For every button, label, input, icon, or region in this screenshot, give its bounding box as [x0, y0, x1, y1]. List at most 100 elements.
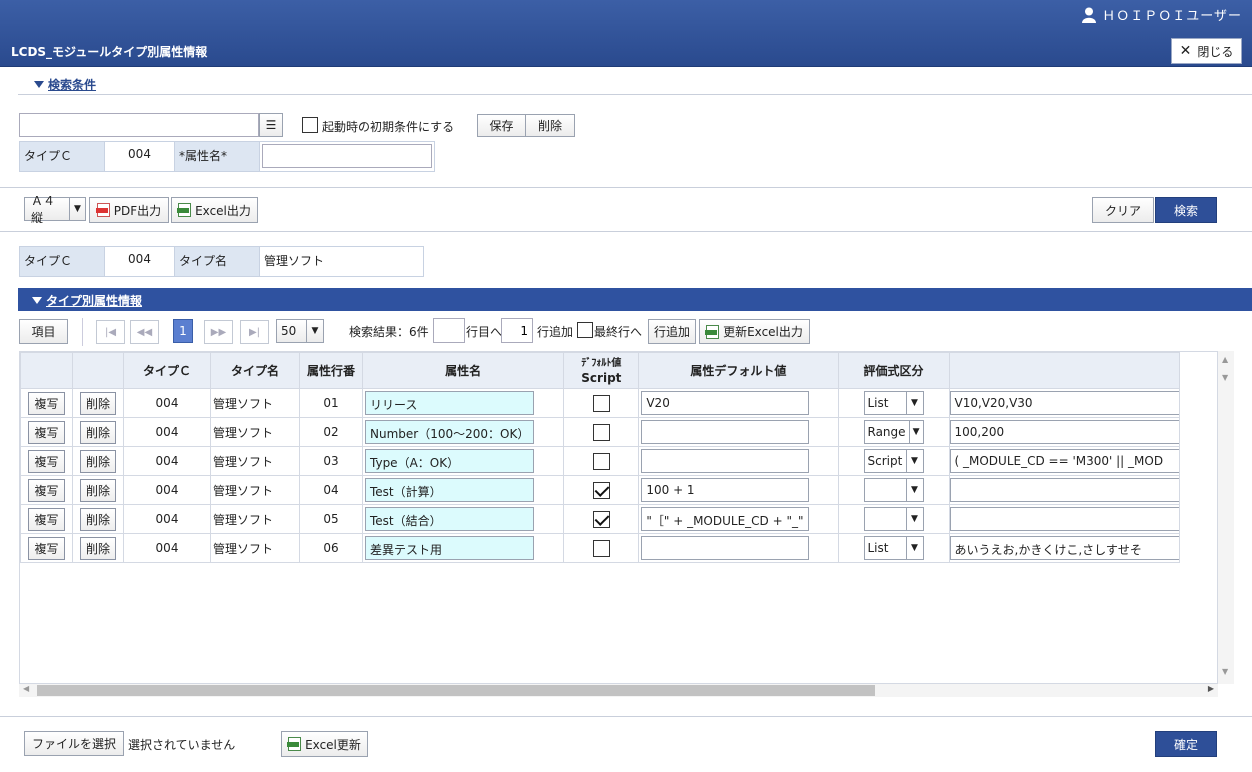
preset-list-button[interactable]: ☰ [259, 113, 283, 137]
eval-expr-input[interactable] [950, 478, 1178, 502]
delete-row-button[interactable]: 削除 [79, 507, 116, 531]
excel-label: Excel出力 [195, 203, 251, 218]
confirm-button[interactable]: 確定 [1155, 731, 1217, 757]
next-page-icon[interactable]: ▶▶ [204, 320, 233, 344]
delete-cell: 削除 [72, 417, 124, 447]
attr-section-toggle[interactable]: タイプ別属性情報 [32, 292, 142, 309]
eval-expr-input[interactable]: V10,V20,V30 [950, 391, 1178, 415]
startup-checkbox[interactable] [302, 117, 318, 133]
type-name-cell: 管理ソフト [210, 417, 300, 447]
script-checkbox[interactable] [592, 423, 610, 441]
default-value-input[interactable]: V20 [641, 391, 809, 415]
copy-row-button[interactable]: 複写 [28, 420, 65, 444]
attr-name-input[interactable] [262, 144, 432, 168]
search-section-toggle[interactable]: 検索条件 [34, 76, 96, 93]
eval-type-select[interactable]: Script ▼ [863, 449, 924, 473]
copy-row-button[interactable]: 複写 [28, 449, 65, 473]
delete-row-button[interactable]: 削除 [79, 449, 116, 473]
delete-cell: 削除 [72, 446, 124, 476]
scroll-down-icon[interactable]: ▼ [1222, 373, 1228, 382]
default-value-input[interactable] [641, 449, 809, 473]
attr-name-label: *属性名* [174, 141, 260, 172]
script-checkbox[interactable] [592, 452, 610, 470]
eval-expr-input[interactable] [950, 507, 1178, 531]
startup-label: 起動時の初期条件にする [322, 120, 455, 134]
excel-update-label: Excel更新 [305, 737, 361, 752]
attr-name-input[interactable]: Type（A：OK） [365, 449, 535, 473]
col-type-c[interactable]: タイプＣ [123, 352, 211, 389]
vertical-scrollbar[interactable]: ▲ ▼ ▼ [1218, 351, 1234, 684]
paper-size-select[interactable]: Ａ４縦 ▼ [24, 194, 86, 225]
scroll-bottom-icon[interactable]: ▼ [1222, 667, 1228, 676]
script-checkbox[interactable] [592, 394, 610, 412]
prev-page-icon[interactable]: ◀◀ [130, 320, 159, 344]
excel-export-button[interactable]: Excel出力 [171, 197, 258, 223]
scroll-up-icon[interactable]: ▲ [1222, 355, 1228, 364]
update-excel-button[interactable]: 更新Excel出力 [699, 319, 810, 344]
delete-condition-button[interactable]: 削除 [525, 114, 575, 137]
script-checkbox[interactable] [592, 481, 610, 499]
copy-row-button[interactable]: 複写 [28, 507, 65, 531]
col-default-value[interactable]: 属性デフォルト値 [638, 352, 839, 389]
add-row-button[interactable]: 行追加 [648, 319, 696, 344]
last-page-icon[interactable]: ▶| [240, 320, 269, 344]
col-row-no[interactable]: 属性行番 [299, 352, 363, 389]
choose-file-button[interactable]: ファイルを選択 [24, 731, 124, 756]
excel-update-button[interactable]: Excel更新 [281, 731, 368, 757]
eval-type-select[interactable]: ▼ [863, 478, 924, 502]
close-label: 閉じる [1197, 44, 1234, 59]
copy-row-button[interactable]: 複写 [28, 478, 65, 502]
copy-cell: 複写 [20, 417, 73, 447]
first-page-icon[interactable]: |◀ [96, 320, 125, 344]
close-button[interactable]: ✕ 閉じる [1171, 38, 1242, 64]
scroll-left-icon[interactable]: ◀ [23, 684, 29, 693]
script-checkbox[interactable] [592, 510, 610, 528]
attr-name-input[interactable]: Number（100～200：OK） [365, 420, 535, 444]
attr-name-input[interactable]: 差異テスト用 [365, 536, 535, 560]
col-eval-type[interactable]: 評価式区分 [837, 352, 950, 389]
col-attr-name[interactable]: 属性名 [361, 352, 565, 389]
search-button[interactable]: 検索 [1155, 197, 1217, 223]
goto-row-input[interactable] [433, 318, 465, 343]
col-default-script[interactable]: ﾃﾞﾌｫﾙﾄ値 Script [563, 352, 640, 389]
default-value-input[interactable]: 100 + 1 [641, 478, 809, 502]
last-row-checkbox[interactable] [577, 322, 593, 338]
copy-row-button[interactable]: 複写 [28, 391, 65, 415]
horizontal-scroll-thumb[interactable] [37, 685, 875, 696]
default-value-input[interactable]: "［" + _MODULE_CD + "_" [641, 507, 809, 531]
preset-input[interactable] [19, 113, 259, 137]
attr-name-input[interactable]: Test（結合） [365, 507, 535, 531]
add-count-input[interactable] [501, 318, 533, 343]
user-menu[interactable]: ＨＯＩＰＯＩユーザー [1082, 5, 1242, 24]
eval-type-value: List [867, 541, 889, 555]
attr-name-input[interactable]: Test（計算） [365, 478, 535, 502]
default-value-input[interactable] [641, 536, 809, 560]
copy-row-button[interactable]: 複写 [28, 536, 65, 560]
eval-type-select[interactable]: ▼ [863, 507, 924, 531]
current-page[interactable]: 1 [173, 319, 193, 343]
attr-name-cell: Number（100～200：OK） [361, 417, 565, 447]
attr-name-input[interactable]: リリース [365, 391, 535, 415]
scroll-right-icon[interactable]: ▶ [1208, 684, 1214, 693]
col-eval-expr[interactable] [948, 352, 1180, 389]
delete-row-button[interactable]: 削除 [79, 478, 116, 502]
eval-expr-input[interactable]: ( _MODULE_CD == 'M300' || _MOD [950, 449, 1178, 473]
clear-button[interactable]: クリア [1092, 197, 1154, 223]
col-type-name[interactable]: タイプ名 [210, 352, 300, 389]
delete-row-button[interactable]: 削除 [79, 420, 116, 444]
delete-row-button[interactable]: 削除 [79, 536, 116, 560]
page-title: LCDS_モジュールタイプ別属性情報 [11, 45, 208, 59]
eval-type-select[interactable]: Range ▼ [863, 420, 924, 444]
eval-expr-input[interactable]: あいうえお,かきくけこ,さしすせそ [950, 536, 1178, 560]
eval-type-select[interactable]: List ▼ [863, 391, 924, 415]
save-button[interactable]: 保存 [477, 114, 526, 137]
default-value-input[interactable] [641, 420, 809, 444]
page-size-select[interactable]: 50 ▼ [276, 319, 324, 343]
script-checkbox[interactable] [592, 539, 610, 557]
eval-expr-input[interactable]: 100,200 [950, 420, 1178, 444]
column-items-button[interactable]: 項目 [19, 319, 68, 344]
delete-row-button[interactable]: 削除 [79, 391, 116, 415]
pdf-export-button[interactable]: PDF出力 [89, 197, 169, 223]
eval-type-select[interactable]: List ▼ [863, 536, 924, 560]
type-c-cell: 004 [123, 446, 211, 476]
